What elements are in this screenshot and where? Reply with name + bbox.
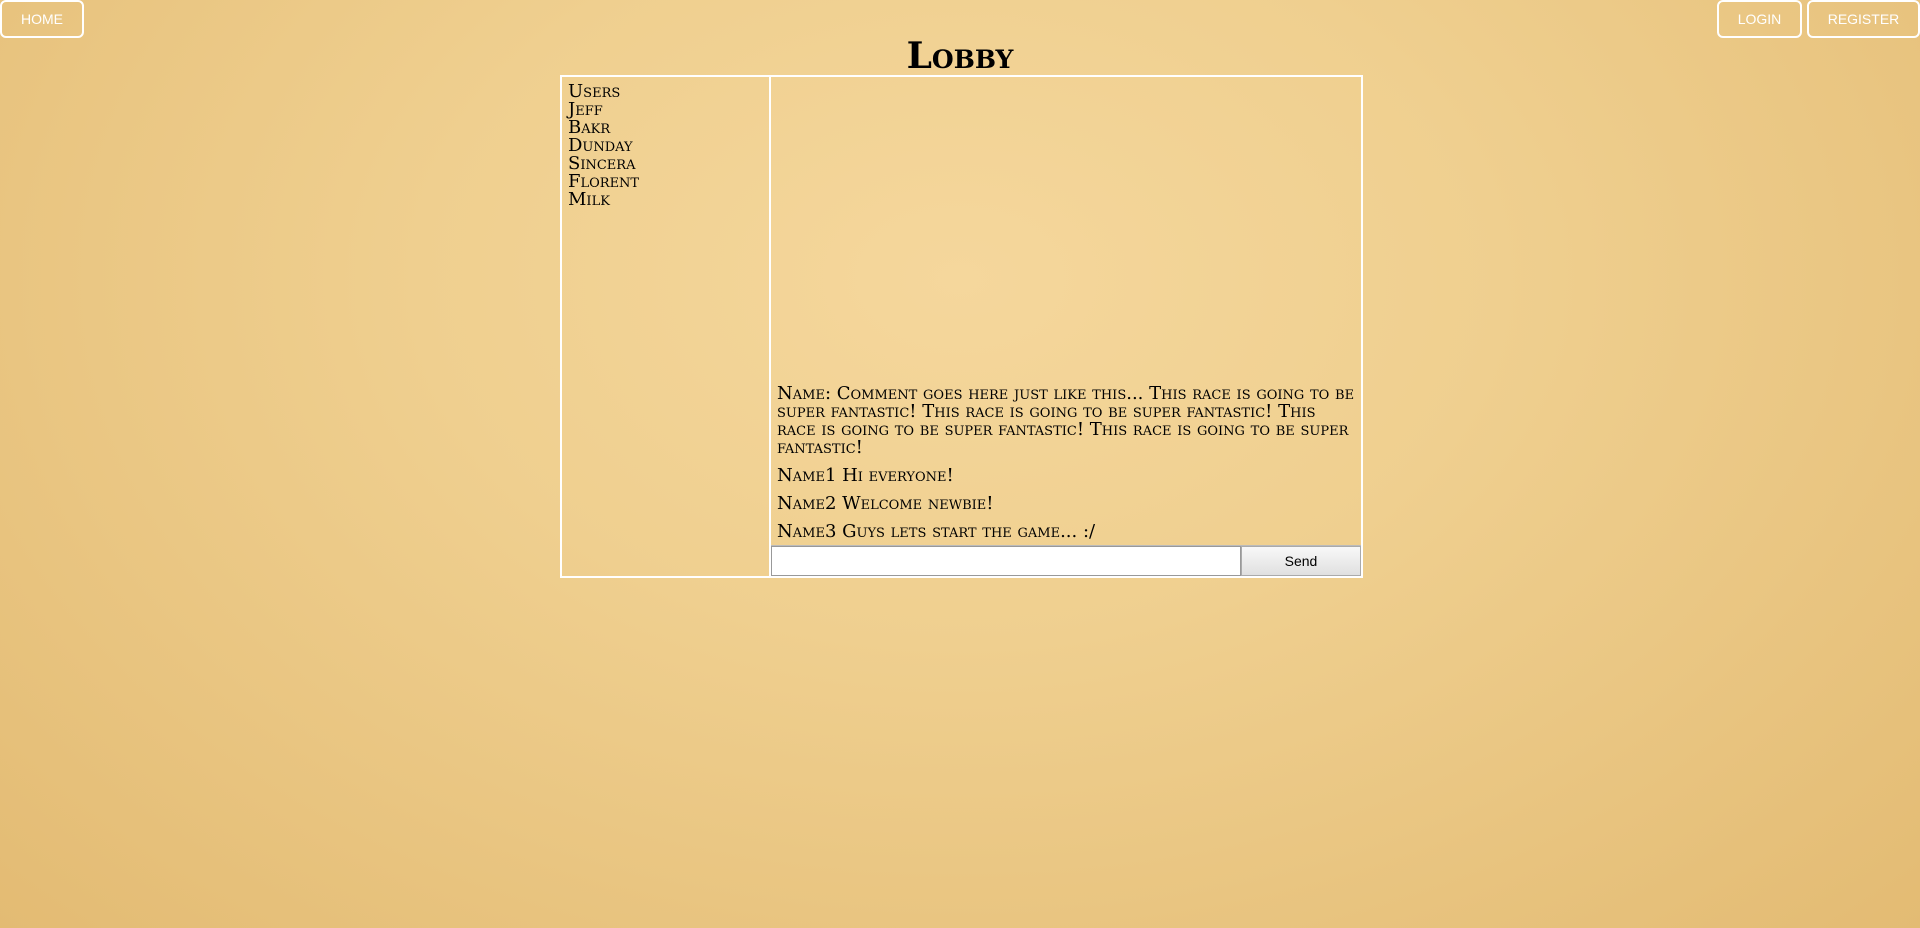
user-item: Milk [568, 189, 610, 210]
home-button[interactable]: HOME [0, 0, 84, 38]
chat-messages: Name: Comment goes here just like this..… [771, 77, 1361, 545]
send-button[interactable]: Send [1241, 546, 1361, 576]
register-button[interactable]: REGISTER [1807, 0, 1920, 38]
users-list: Users Jeff Bakr Dunday Sincera Florent M… [562, 77, 771, 576]
chat-message: Name2 Welcome newbie! [777, 493, 994, 514]
login-button[interactable]: LOGIN [1717, 0, 1802, 38]
chat-message: Name: Comment goes here just like this..… [777, 383, 1355, 458]
chat-compose: Send [771, 545, 1361, 576]
chat-message: Name1 Hi everyone! [777, 465, 954, 486]
message-input[interactable] [771, 546, 1241, 576]
chat-panel: Name: Comment goes here just like this..… [771, 77, 1361, 576]
page-title: Lobby [906, 35, 1014, 77]
lobby-panel: Users Jeff Bakr Dunday Sincera Florent M… [560, 75, 1363, 578]
chat-message: Name3 Guys lets start the game... :/ [777, 521, 1096, 542]
